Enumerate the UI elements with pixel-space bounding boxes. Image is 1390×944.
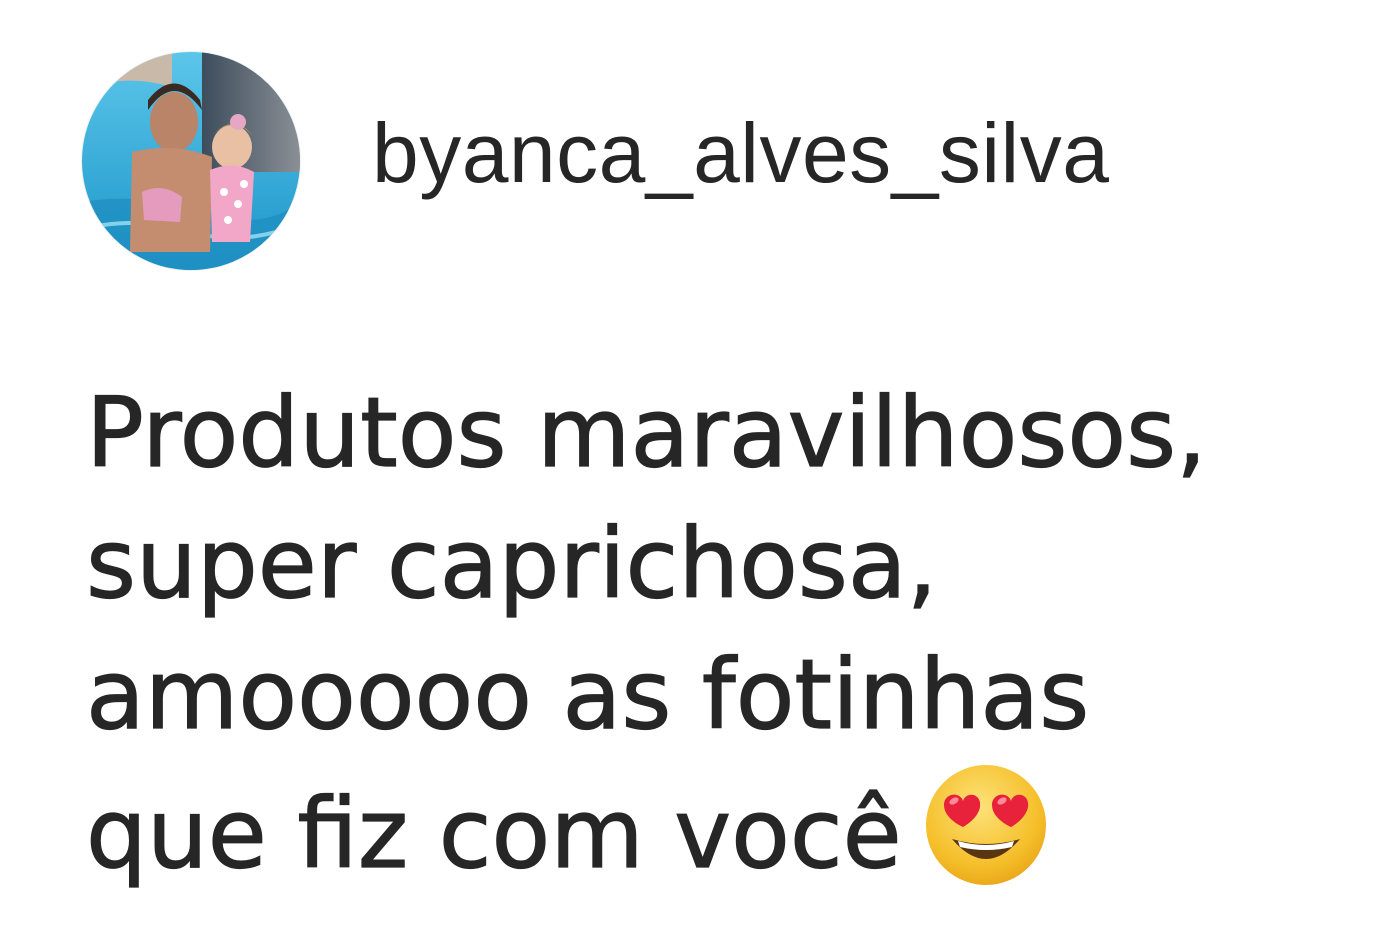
comment-line: amooooo as fotinhas bbox=[85, 638, 1090, 751]
avatar[interactable] bbox=[82, 52, 300, 270]
profile-photo-icon bbox=[82, 52, 300, 270]
comment-line: que fiz com você bbox=[85, 777, 902, 890]
comment-line: Produtos maravilhosos, bbox=[85, 376, 1207, 489]
card-corner-edge bbox=[0, 0, 64, 64]
comment-line: super caprichosa, bbox=[85, 507, 938, 620]
comment-text: Produtos maravilhosos, super caprichosa,… bbox=[85, 368, 1376, 900]
comment-header: byanca_alves_silva bbox=[82, 52, 1109, 270]
heart-eyes-emoji-icon bbox=[925, 765, 1046, 885]
username-link[interactable]: byanca_alves_silva bbox=[372, 105, 1109, 202]
comment-line-with-emoji: que fiz com você bbox=[85, 761, 1376, 900]
comment-card: byanca_alves_silva Produtos maravilhosos… bbox=[0, 0, 1390, 944]
